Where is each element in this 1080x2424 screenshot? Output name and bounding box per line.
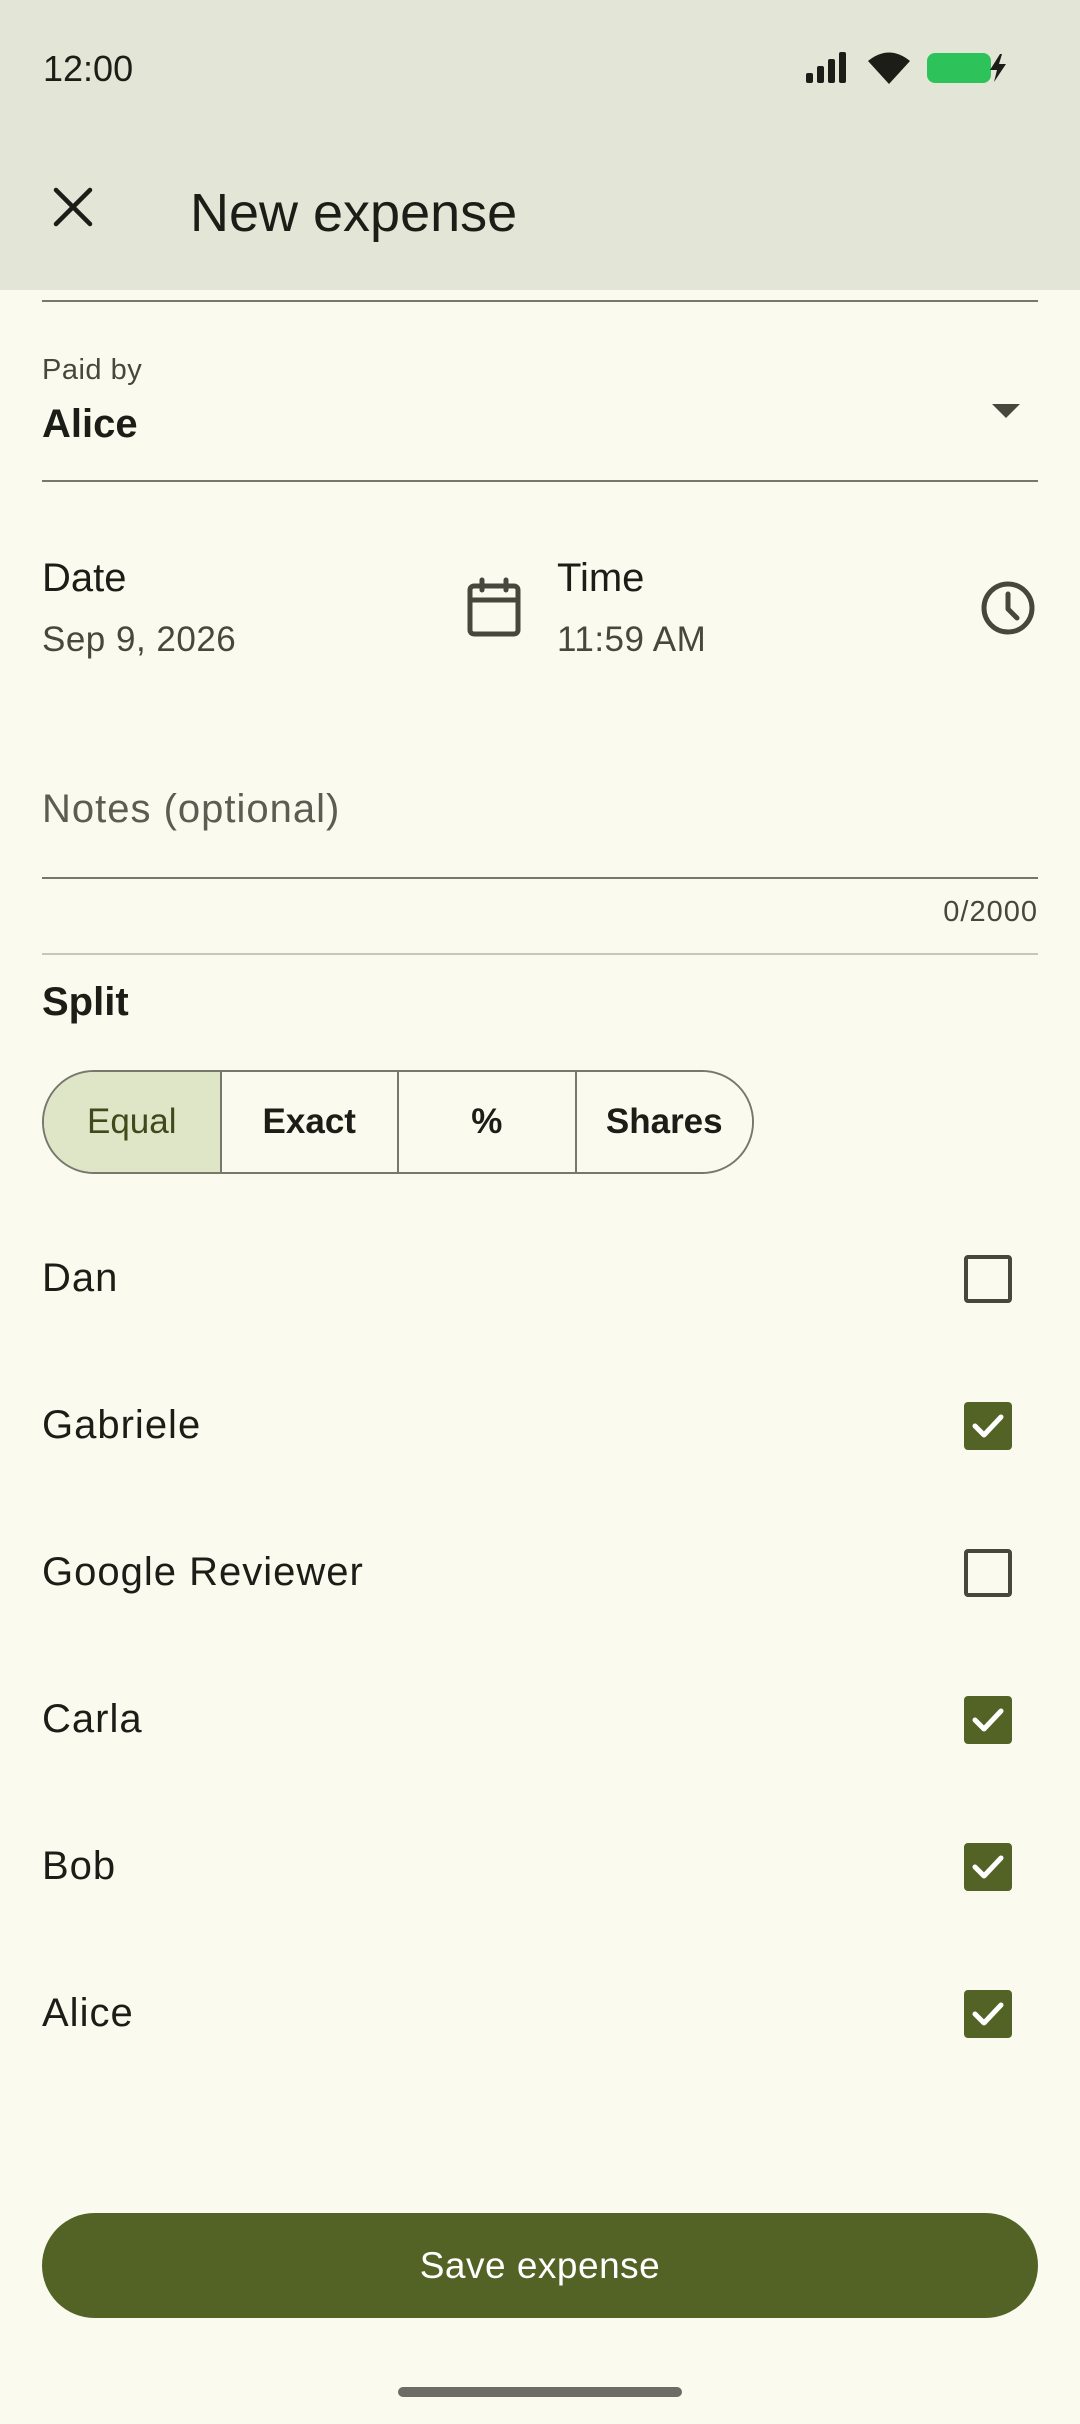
member-name: Bob	[42, 1844, 117, 1888]
check-icon	[972, 1414, 1004, 1437]
member-name: Google Reviewer	[42, 1550, 364, 1594]
app-bar: 12:00 New expense	[0, 0, 1080, 290]
clock-icon[interactable]	[978, 578, 1038, 638]
status-time: 12:00	[43, 48, 134, 89]
notes-input[interactable]	[42, 760, 1038, 878]
close-button[interactable]	[40, 176, 106, 242]
member-row[interactable]: Google Reviewer	[42, 1499, 1038, 1646]
date-time-row: Date Sep 9, 2026 Time 11:59 AM	[42, 548, 1038, 668]
dropdown-arrow-icon	[992, 404, 1020, 418]
member-checkbox[interactable]	[964, 1695, 1012, 1744]
split-option-shares[interactable]: Shares	[576, 1072, 752, 1172]
notes-underline	[42, 877, 1038, 879]
paid-by-value: Alice	[42, 402, 138, 446]
split-title: Split	[42, 980, 129, 1024]
member-row[interactable]: Alice	[42, 1940, 1038, 2087]
time-label: Time	[557, 556, 645, 600]
wifi-icon	[866, 50, 912, 91]
calendar-icon[interactable]	[462, 576, 526, 640]
member-row[interactable]: Dan	[42, 1205, 1038, 1352]
split-option-equal[interactable]: Equal	[44, 1072, 222, 1172]
member-row[interactable]: Bob	[42, 1793, 1038, 1940]
member-row[interactable]: Carla	[42, 1646, 1038, 1793]
status-icons	[804, 50, 1008, 91]
split-option-percent[interactable]: %	[399, 1072, 577, 1172]
check-icon	[972, 1855, 1004, 1878]
section-divider	[42, 953, 1038, 955]
paid-by-dropdown[interactable]: Paid by Alice	[42, 340, 1038, 482]
signal-icon	[804, 51, 852, 90]
field-underline-top	[42, 300, 1038, 302]
paid-by-underline	[42, 480, 1038, 482]
page-title: New expense	[190, 183, 518, 243]
notes-char-counter: 0/2000	[943, 896, 1038, 928]
date-label: Date	[42, 556, 127, 600]
home-indicator[interactable]	[398, 2387, 682, 2397]
battery-charging-icon	[926, 50, 1008, 91]
split-mode-selector: Equal Exact % Shares	[42, 1070, 754, 1174]
member-checkbox[interactable]	[964, 1401, 1012, 1450]
time-value[interactable]: 11:59 AM	[557, 620, 706, 660]
date-value[interactable]: Sep 9, 2026	[42, 620, 236, 660]
member-checkbox[interactable]	[964, 1989, 1012, 2038]
save-expense-button[interactable]: Save expense	[42, 2213, 1038, 2318]
paid-by-label: Paid by	[42, 354, 143, 386]
member-name: Gabriele	[42, 1403, 202, 1447]
check-icon	[972, 1708, 1004, 1731]
member-checkbox[interactable]	[964, 1548, 1012, 1597]
split-option-exact[interactable]: Exact	[221, 1072, 399, 1172]
notes-field[interactable]	[42, 760, 1038, 880]
close-icon	[52, 186, 94, 233]
member-checkbox[interactable]	[964, 1254, 1012, 1303]
member-name: Alice	[42, 1991, 134, 2035]
member-name: Dan	[42, 1256, 119, 1300]
check-icon	[972, 2002, 1004, 2025]
member-list: Dan Gabriele Google Reviewer Carla Bob A…	[42, 1205, 1038, 2087]
member-row[interactable]: Gabriele	[42, 1352, 1038, 1499]
member-name: Carla	[42, 1697, 143, 1741]
member-checkbox[interactable]	[964, 1842, 1012, 1891]
